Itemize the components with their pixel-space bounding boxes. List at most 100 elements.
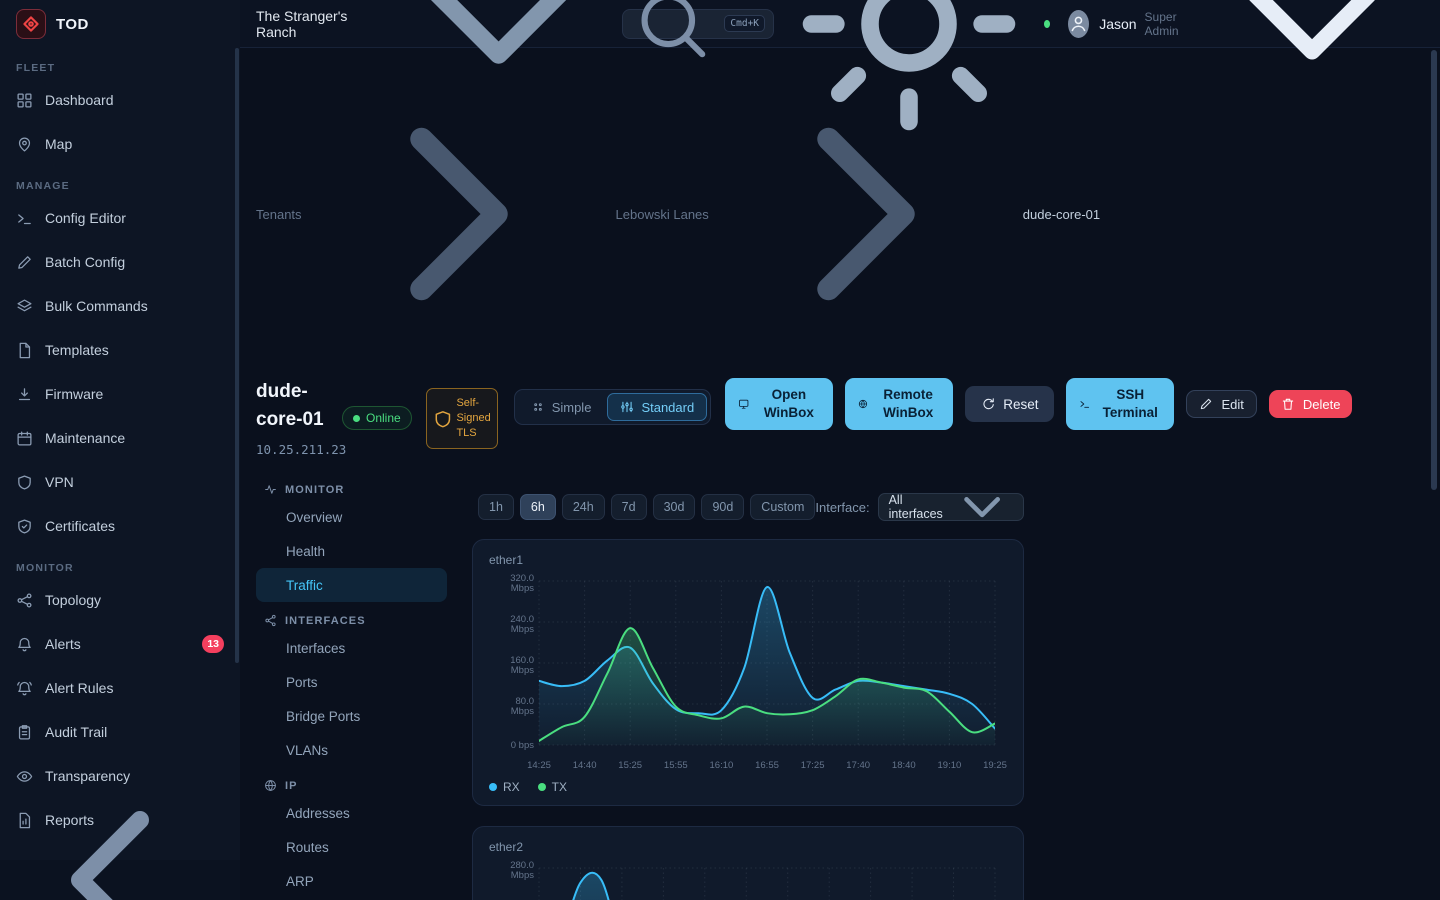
sidebar-nav: FLEETDashboardMapMANAGEConfig EditorBatc… bbox=[0, 48, 240, 860]
svg-text:16:10: 16:10 bbox=[710, 760, 734, 771]
status-badge: Online bbox=[342, 406, 412, 430]
edit-button[interactable]: Edit bbox=[1186, 390, 1256, 418]
svg-text:Mbps: Mbps bbox=[511, 665, 534, 676]
refresh-icon bbox=[981, 397, 995, 411]
user-role: Super Admin bbox=[1145, 10, 1196, 38]
range-24h-button[interactable]: 24h bbox=[562, 494, 605, 520]
device-subnav: MONITOROverviewHealthTrafficINTERFACESIn… bbox=[256, 471, 456, 900]
sidebar-item-label: VPN bbox=[45, 474, 74, 490]
sidebar-item-dashboard[interactable]: Dashboard bbox=[0, 78, 240, 122]
sidebar-item-label: Dashboard bbox=[45, 92, 114, 108]
chart-legend: RXTX bbox=[489, 780, 1007, 794]
svg-text:19:25: 19:25 bbox=[983, 760, 1007, 771]
layers-icon bbox=[16, 298, 33, 315]
subnav-item-ports[interactable]: Ports bbox=[256, 665, 447, 699]
sidebar-item-alerts[interactable]: Alerts13 bbox=[0, 622, 240, 666]
range-1h-button[interactable]: 1h bbox=[478, 494, 514, 520]
sidebar-item-topology[interactable]: Topology bbox=[0, 578, 240, 622]
sidebar-item-label: Topology bbox=[45, 592, 101, 608]
breadcrumb: TenantsLebowski Lanesdude-core-01 bbox=[256, 64, 1424, 364]
sidebar-item-certificates[interactable]: Certificates bbox=[0, 504, 240, 548]
sidebar-item-label: Bulk Commands bbox=[45, 298, 148, 314]
delete-button[interactable]: Delete bbox=[1269, 390, 1353, 418]
pencil-icon bbox=[1199, 397, 1213, 411]
user-name: Jason bbox=[1099, 16, 1136, 32]
sidebar-scrollbar[interactable] bbox=[235, 48, 239, 663]
avatar bbox=[1068, 10, 1089, 38]
connection-status-dot bbox=[1044, 20, 1050, 28]
subnav-item-routes[interactable]: Routes bbox=[256, 830, 447, 864]
main-scrollbar[interactable] bbox=[1431, 50, 1437, 490]
subnav-item-overview[interactable]: Overview bbox=[256, 500, 447, 534]
file-icon bbox=[16, 342, 33, 359]
topology-icon bbox=[16, 592, 33, 609]
sidebar-item-label: Audit Trail bbox=[45, 724, 107, 740]
sidebar-item-batch-config[interactable]: Batch Config bbox=[0, 240, 240, 284]
subnav-item-health[interactable]: Health bbox=[256, 534, 447, 568]
reset-button[interactable]: Reset bbox=[965, 386, 1054, 422]
svg-text:16:55: 16:55 bbox=[755, 760, 779, 771]
subnav-item-arp[interactable]: ARP bbox=[256, 864, 447, 898]
traffic-chart-ether2: 13:5514:2515:1015:2515:5516:2516:5517:25… bbox=[489, 856, 1009, 900]
view-mode-toggle: SimpleStandard bbox=[514, 389, 712, 425]
sidebar-item-label: Config Editor bbox=[45, 210, 126, 226]
device-actions: Open WinBoxRemote WinBox Reset SSH Termina… bbox=[725, 378, 1352, 430]
subnav-group-interfaces: INTERFACES bbox=[256, 614, 456, 627]
chart-card-ether1: ether114:2514:4015:2515:5516:1016:5517:2… bbox=[472, 539, 1024, 806]
chevron-right-icon bbox=[716, 64, 1016, 364]
svg-text:14:40: 14:40 bbox=[573, 760, 597, 771]
activity-icon bbox=[264, 483, 277, 496]
range-6h-button[interactable]: 6h bbox=[520, 494, 556, 520]
download-icon bbox=[16, 386, 33, 403]
sidebar-item-alert-rules[interactable]: Alert Rules bbox=[0, 666, 240, 710]
svg-text:15:55: 15:55 bbox=[664, 760, 688, 771]
subnav-item-traffic[interactable]: Traffic bbox=[256, 568, 447, 602]
sidebar-item-config-editor[interactable]: Config Editor bbox=[0, 196, 240, 240]
subnav-item-vlans[interactable]: VLANs bbox=[256, 733, 447, 767]
trash-icon bbox=[1281, 397, 1295, 411]
sidebar-item-audit-trail[interactable]: Audit Trail bbox=[0, 710, 240, 754]
device-title-block: dude-core-01 10.25.211.23 bbox=[256, 378, 328, 457]
subnav-item-bridge-ports[interactable]: Bridge Ports bbox=[256, 699, 447, 733]
subnav-item-interfaces[interactable]: Interfaces bbox=[256, 631, 447, 665]
chart-toolbar: 1h6h24h7d30d90dCustom Interface: All int… bbox=[472, 493, 1024, 521]
range-90d-button[interactable]: 90d bbox=[701, 494, 744, 520]
range-custom-button[interactable]: Custom bbox=[750, 494, 815, 520]
chart-title: ether2 bbox=[489, 840, 1007, 854]
open-winbox-button[interactable]: Open WinBox bbox=[725, 378, 833, 430]
terminal-icon bbox=[1079, 396, 1091, 412]
range-7d-button[interactable]: 7d bbox=[611, 494, 647, 520]
search-box[interactable]: Cmd+K bbox=[622, 9, 774, 39]
sidebar-item-bulk-commands[interactable]: Bulk Commands bbox=[0, 284, 240, 328]
badge-check-icon bbox=[16, 518, 33, 535]
mode-standard-button[interactable]: Standard bbox=[607, 393, 707, 421]
breadcrumb-item-lebowski-lanes[interactable]: Lebowski Lanes bbox=[616, 207, 709, 222]
sidebar-item-templates[interactable]: Templates bbox=[0, 328, 240, 372]
sliders-icon bbox=[620, 400, 634, 414]
range-30d-button[interactable]: 30d bbox=[653, 494, 696, 520]
subnav-item-addresses[interactable]: Addresses bbox=[256, 796, 447, 830]
sidebar-item-maintenance[interactable]: Maintenance bbox=[0, 416, 240, 460]
sidebar-item-label: Certificates bbox=[45, 518, 115, 534]
sidebar-section-monitor: MONITOR bbox=[16, 562, 224, 574]
sidebar-item-label: Firmware bbox=[45, 386, 103, 402]
share-icon bbox=[264, 614, 277, 627]
grid-icon bbox=[16, 92, 33, 109]
remote-winbox-button[interactable]: Remote WinBox bbox=[845, 378, 953, 430]
device-header: dude-core-01 10.25.211.23 Online Self-Si… bbox=[256, 378, 1424, 457]
sidebar-collapse-button[interactable] bbox=[0, 860, 240, 900]
app-root: TOD FLEETDashboardMapMANAGEConfig Editor… bbox=[0, 0, 1440, 900]
chevron-right-icon bbox=[309, 64, 609, 364]
body-columns: MONITOROverviewHealthTrafficINTERFACESIn… bbox=[256, 471, 1424, 900]
app-logo-text: TOD bbox=[56, 16, 89, 33]
breadcrumb-item-tenants[interactable]: Tenants bbox=[256, 207, 302, 222]
grid-small-icon bbox=[531, 400, 545, 414]
sidebar-item-map[interactable]: Map bbox=[0, 122, 240, 166]
sidebar-item-vpn[interactable]: VPN bbox=[0, 460, 240, 504]
interface-select[interactable]: All interfaces bbox=[878, 493, 1024, 521]
clipboard-icon bbox=[16, 724, 33, 741]
mode-simple-button[interactable]: Simple bbox=[518, 393, 605, 421]
tls-badge: Self-Signed TLS bbox=[426, 388, 498, 449]
ssh-terminal-button[interactable]: SSH Terminal bbox=[1066, 378, 1174, 430]
sidebar-item-firmware[interactable]: Firmware bbox=[0, 372, 240, 416]
